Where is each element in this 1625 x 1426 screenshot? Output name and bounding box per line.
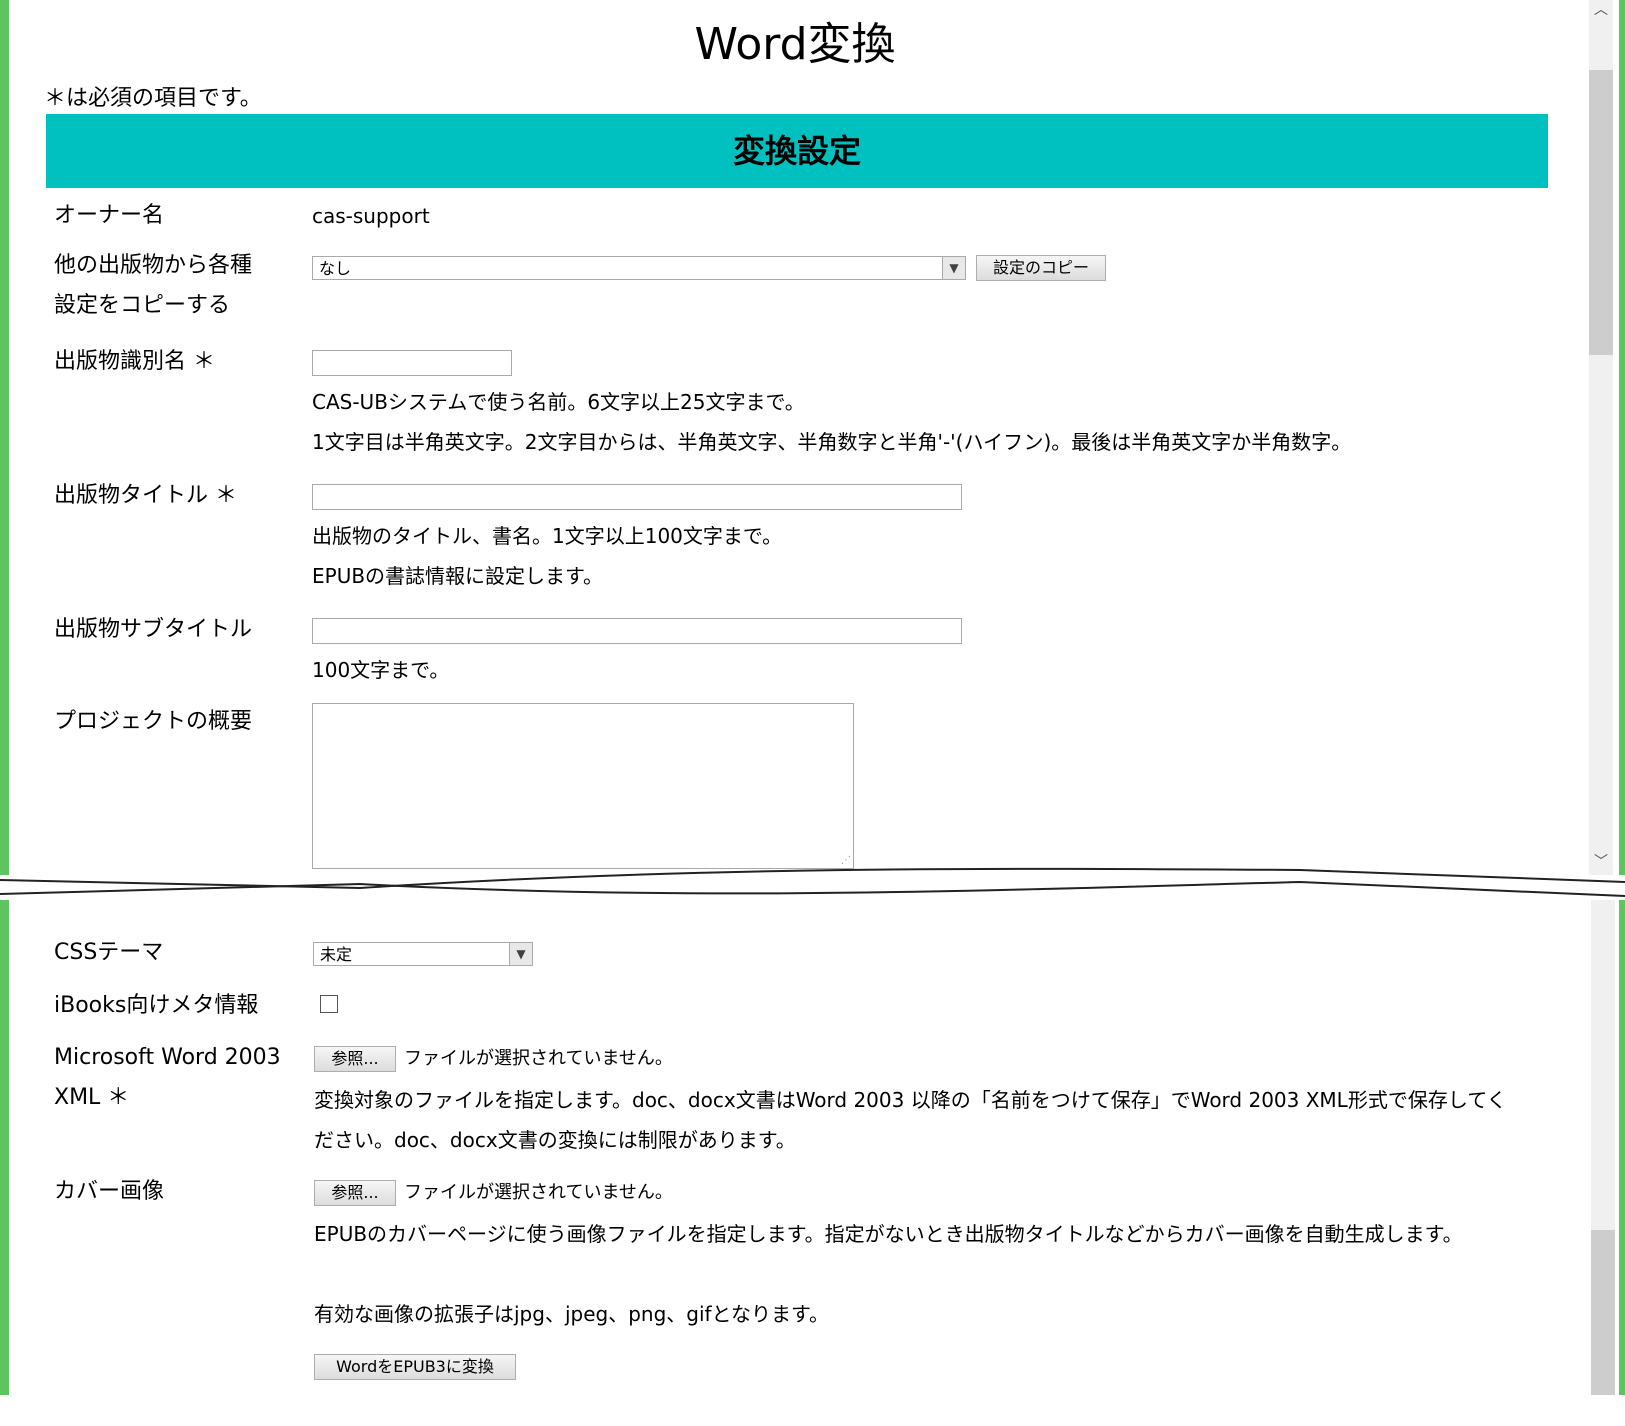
scroll-up-icon[interactable]: ︿	[1589, 0, 1613, 20]
copy-settings-label-1: 他の出版物から各種	[54, 253, 253, 278]
required-note: ＊は必須の項目です。	[44, 86, 262, 111]
left-border-top	[0, 0, 9, 875]
subtitle-help: 100文字まで。	[312, 658, 450, 682]
cover-label: カバー画像	[54, 1179, 165, 1204]
css-theme-label: CSSテーマ	[54, 940, 164, 965]
identifier-help-2: 1文字目は半角英文字。2文字目からは、半角英文字、半角数字と半角'-'(ハイフン…	[312, 430, 1352, 454]
cover-file-status: ファイルが選択されていません。	[404, 1182, 673, 1203]
scroll-thumb-bottom[interactable]	[1591, 1230, 1615, 1395]
word-xml-label-1: Microsoft Word 2003	[54, 1045, 281, 1070]
subtitle-label: 出版物サブタイトル	[54, 617, 253, 642]
section-title: 変換設定	[46, 114, 1548, 188]
title-input[interactable]	[312, 484, 962, 510]
title-help-1: 出版物のタイトル、書名。1文字以上100文字まで。	[312, 524, 783, 548]
owner-value: cas-support	[312, 204, 430, 228]
ibooks-label: iBooks向けメタ情報	[54, 993, 259, 1018]
page-title: Word変換	[694, 19, 896, 70]
copy-source-select[interactable]: なし ▼	[312, 256, 966, 280]
cover-help-ext: 有効な画像の拡張子はjpg、jpeg、png、gifとなります。	[314, 1302, 829, 1326]
identifier-input[interactable]	[312, 350, 512, 376]
word-xml-file-status: ファイルが選択されていません。	[404, 1048, 673, 1069]
css-theme-selected: 未定	[320, 945, 353, 964]
copy-source-selected: なし	[319, 259, 352, 278]
identifier-label: 出版物識別名 ＊	[54, 349, 215, 374]
identifier-help-1: CAS-UBシステムで使う名前。6文字以上25文字まで。	[312, 390, 805, 414]
word-xml-help: 変換対象のファイルを指定します。doc、docx文書はWord 2003 以降の…	[314, 1088, 1507, 1152]
copy-settings-label-2: 設定をコピーする	[54, 293, 231, 318]
cover-help: EPUBのカバーページに使う画像ファイルを指定します。指定がないとき出版物タイト…	[314, 1222, 1463, 1246]
right-border-top	[1619, 0, 1625, 875]
scroll-thumb[interactable]	[1589, 70, 1613, 355]
convert-button[interactable]: WordをEPUB3に変換	[314, 1354, 516, 1380]
word-xml-browse-button[interactable]: 参照...	[314, 1046, 396, 1072]
copy-settings-button[interactable]: 設定のコピー	[976, 255, 1106, 281]
right-border-bottom	[1619, 895, 1625, 1395]
title-label: 出版物タイトル ＊	[54, 483, 237, 508]
cover-browse-button[interactable]: 参照...	[314, 1180, 396, 1206]
resize-grip-icon[interactable]: ⋰	[841, 855, 851, 866]
left-border-bottom	[0, 895, 9, 1395]
scrollbar-top[interactable]: ︿ ﹀	[1589, 0, 1613, 875]
chevron-down-icon: ▼	[942, 257, 965, 279]
word-xml-label-2: XML ＊	[54, 1085, 130, 1110]
summary-label: プロジェクトの概要	[54, 709, 253, 734]
chevron-down-icon: ▼	[509, 943, 532, 965]
owner-label: オーナー名	[54, 203, 165, 228]
ibooks-checkbox[interactable]	[320, 995, 338, 1013]
summary-textarea[interactable]: ⋰	[312, 703, 854, 869]
css-theme-select[interactable]: 未定 ▼	[313, 942, 533, 966]
title-help-2: EPUBの書誌情報に設定します。	[312, 564, 604, 588]
scrollbar-bottom[interactable]	[1591, 895, 1615, 1395]
subtitle-input[interactable]	[312, 618, 962, 644]
